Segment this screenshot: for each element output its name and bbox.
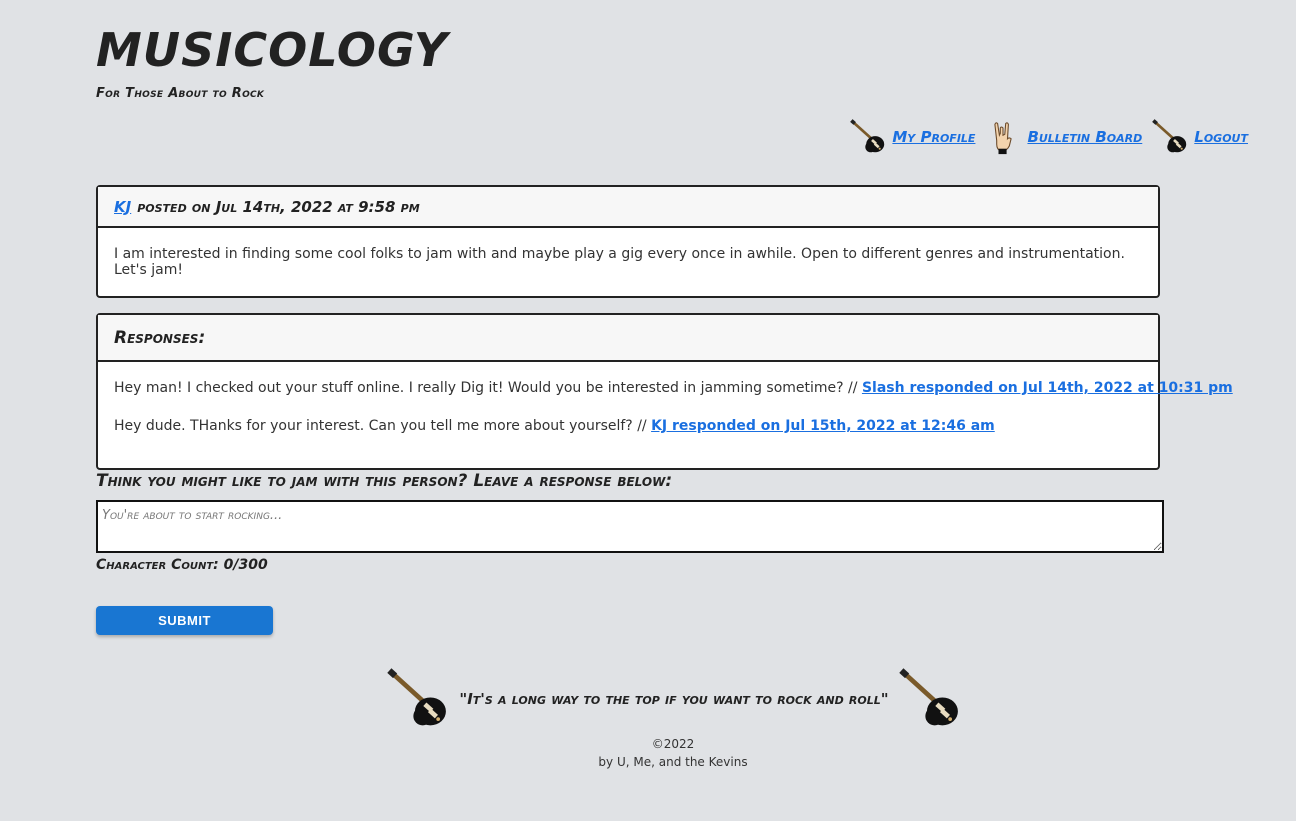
footer-copyright: ©2022 by U, Me, and the Kevins: [0, 735, 1296, 771]
footer-quote: "It's a long way to the top if you want …: [384, 668, 964, 730]
response-item: Hey dude. THanks for your interest. Can …: [114, 417, 1142, 435]
nav-logout[interactable]: Logout: [1194, 128, 1248, 146]
response-text: Hey dude. THanks for your interest. Can …: [114, 418, 652, 434]
post-body: I am interested in finding some cool fol…: [98, 228, 1158, 278]
submit-button[interactable]: SUBMIT: [96, 606, 273, 635]
response-text: Hey man! I checked out your stuff online…: [114, 380, 862, 396]
responses-heading: Responses:: [98, 315, 1158, 362]
response-textarea[interactable]: [96, 500, 1164, 553]
site-tagline: For Those About to Rock: [96, 86, 265, 101]
post-text: I am interested in finding some cool fol…: [114, 246, 1125, 278]
post-card: KJ posted on Jul 14th, 2022 at 9:58 pm I…: [96, 185, 1160, 298]
guitar-icon: [896, 668, 964, 730]
footer-quote-text: "It's a long way to the top if you want …: [459, 690, 889, 708]
character-count: Character Count: 0/300: [96, 557, 268, 573]
rock-hand-icon: [994, 122, 1013, 155]
guitar-icon: [850, 118, 886, 156]
guitar-icon: [384, 668, 452, 730]
credits: by U, Me, and the Kevins: [598, 755, 748, 769]
response-item: Hey man! I checked out your stuff online…: [114, 379, 1233, 397]
response-author-link[interactable]: KJ responded on Jul 15th, 2022 at 12:46 …: [651, 418, 995, 434]
response-author-link[interactable]: Slash responded on Jul 14th, 2022 at 10:…: [862, 380, 1233, 396]
responses-list: Hey man! I checked out your stuff online…: [98, 362, 1233, 435]
guitar-icon: [1152, 118, 1188, 156]
post-meta: posted on Jul 14th, 2022 at 9:58 pm: [137, 197, 420, 216]
post-header: KJ posted on Jul 14th, 2022 at 9:58 pm: [98, 187, 1158, 228]
nav-bulletin-board[interactable]: Bulletin Board: [1027, 128, 1142, 146]
page: MUSICOLOGY For Those About to Rock My Pr…: [0, 0, 1296, 821]
site-logo[interactable]: MUSICOLOGY: [96, 22, 448, 78]
responses-card: Responses: Hey man! I checked out your s…: [96, 313, 1233, 470]
post-author-link[interactable]: KJ: [114, 198, 131, 216]
response-prompt: Think you might like to jam with this pe…: [96, 471, 673, 491]
main-nav: My Profile Bulletin Board Logout: [850, 118, 1252, 156]
nav-my-profile[interactable]: My Profile: [892, 128, 975, 146]
copyright-year: ©2022: [651, 737, 695, 751]
